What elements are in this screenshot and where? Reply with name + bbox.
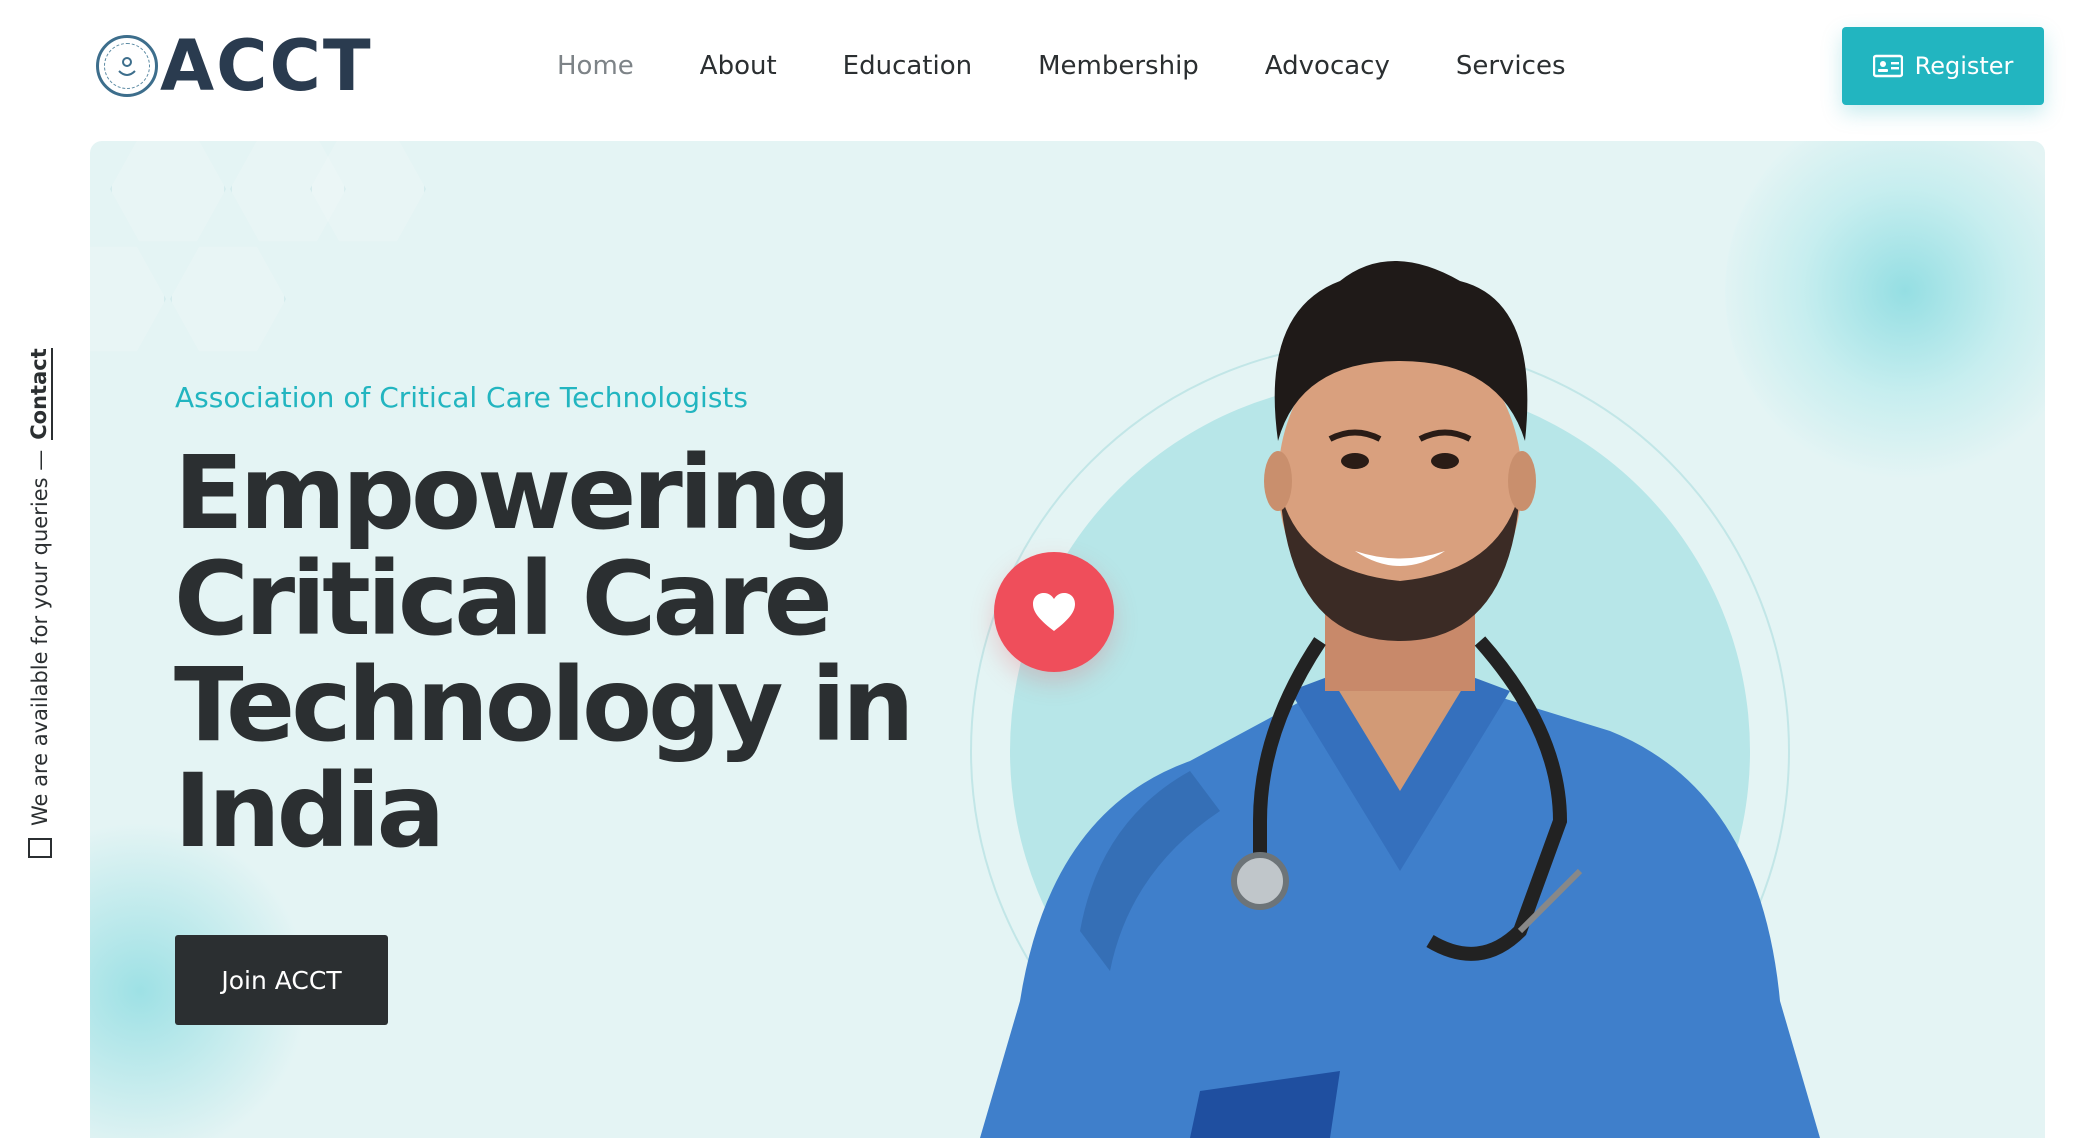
- decorative-hexagon: [110, 141, 226, 242]
- hero-subtitle: Association of Critical Care Technologis…: [175, 381, 748, 414]
- decorative-hexagon: [90, 246, 166, 352]
- nav-advocacy[interactable]: Advocacy: [1265, 46, 1390, 86]
- side-contact-text: We are available for your queries —: [28, 449, 52, 826]
- main-nav: Home About Education Membership Advocacy…: [557, 46, 1632, 86]
- headline-line: India: [174, 752, 445, 871]
- nav-about[interactable]: About: [700, 46, 777, 86]
- nav-services[interactable]: Services: [1456, 46, 1566, 86]
- hero-section: Association of Critical Care Technologis…: [90, 141, 2045, 1138]
- register-button[interactable]: Register: [1842, 27, 2044, 105]
- register-label: Register: [1914, 52, 2014, 80]
- headline-line: Empowering: [174, 434, 851, 553]
- logo-text: ACCT: [160, 25, 373, 107]
- nav-membership[interactable]: Membership: [1038, 46, 1199, 86]
- decorative-hexagon: [170, 246, 286, 352]
- heart-icon: [1033, 593, 1075, 631]
- mail-icon: [28, 838, 52, 858]
- nav-home[interactable]: Home: [557, 46, 634, 86]
- logo-seal-icon: [96, 35, 158, 97]
- hero-headline: Empowering Critical Care Technology in I…: [174, 441, 934, 865]
- doctor-photo: [980, 261, 1820, 1138]
- contact-link[interactable]: Contact: [27, 348, 53, 440]
- logo[interactable]: ACCT: [96, 30, 373, 102]
- headline-line: Technology in: [174, 646, 915, 765]
- headline-line: Critical Care: [174, 540, 833, 659]
- join-acct-button[interactable]: Join ACCT: [175, 935, 388, 1025]
- heart-badge: [994, 552, 1114, 672]
- site-header: ACCT Home About Education Membership Adv…: [0, 0, 2086, 140]
- id-card-icon: [1872, 54, 1903, 78]
- side-contact-bar: We are available for your queries — Cont…: [18, 340, 62, 860]
- nav-education[interactable]: Education: [843, 46, 972, 86]
